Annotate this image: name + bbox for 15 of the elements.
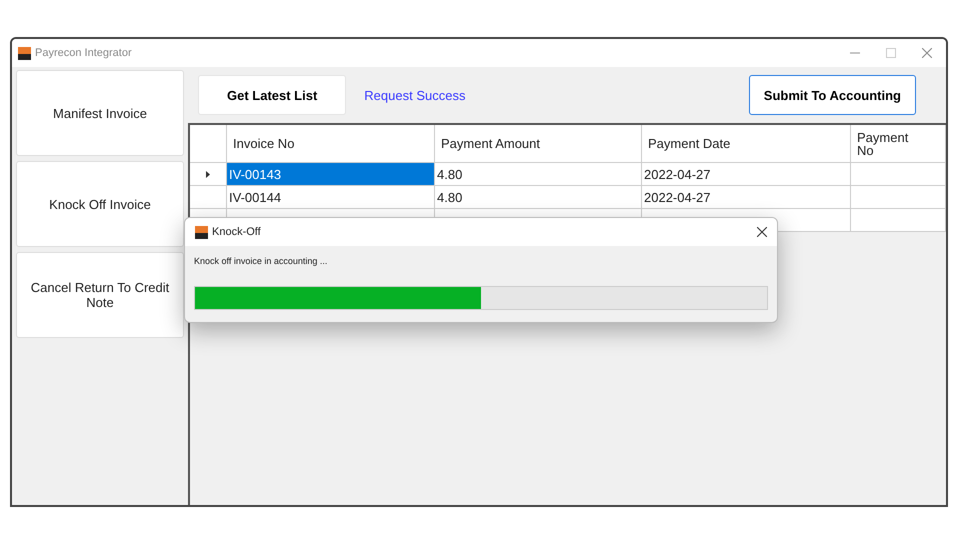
window-title: Payrecon Integrator xyxy=(35,47,132,59)
get-latest-list-button[interactable]: Get Latest List xyxy=(198,75,346,115)
progress-message: Knock off invoice in accounting ... xyxy=(194,256,328,266)
sidebar-button[interactable]: Cancel Return To Credit Note xyxy=(16,252,184,338)
dialog-title: Knock-Off xyxy=(212,226,261,238)
status-text: Request Success xyxy=(364,88,466,102)
submit-button[interactable]: Submit To Accounting xyxy=(748,75,916,115)
current-row-icon xyxy=(206,170,210,178)
table-cell: IV-00143 xyxy=(227,163,435,186)
sidebar-button[interactable]: Manifest Invoice xyxy=(16,70,184,156)
sidebar-button[interactable]: Knock Off Invoice xyxy=(16,161,184,247)
app-logo-icon xyxy=(195,226,208,238)
app-logo-icon xyxy=(18,46,31,60)
maximize-icon[interactable] xyxy=(886,48,896,58)
close-icon[interactable] xyxy=(757,227,767,237)
